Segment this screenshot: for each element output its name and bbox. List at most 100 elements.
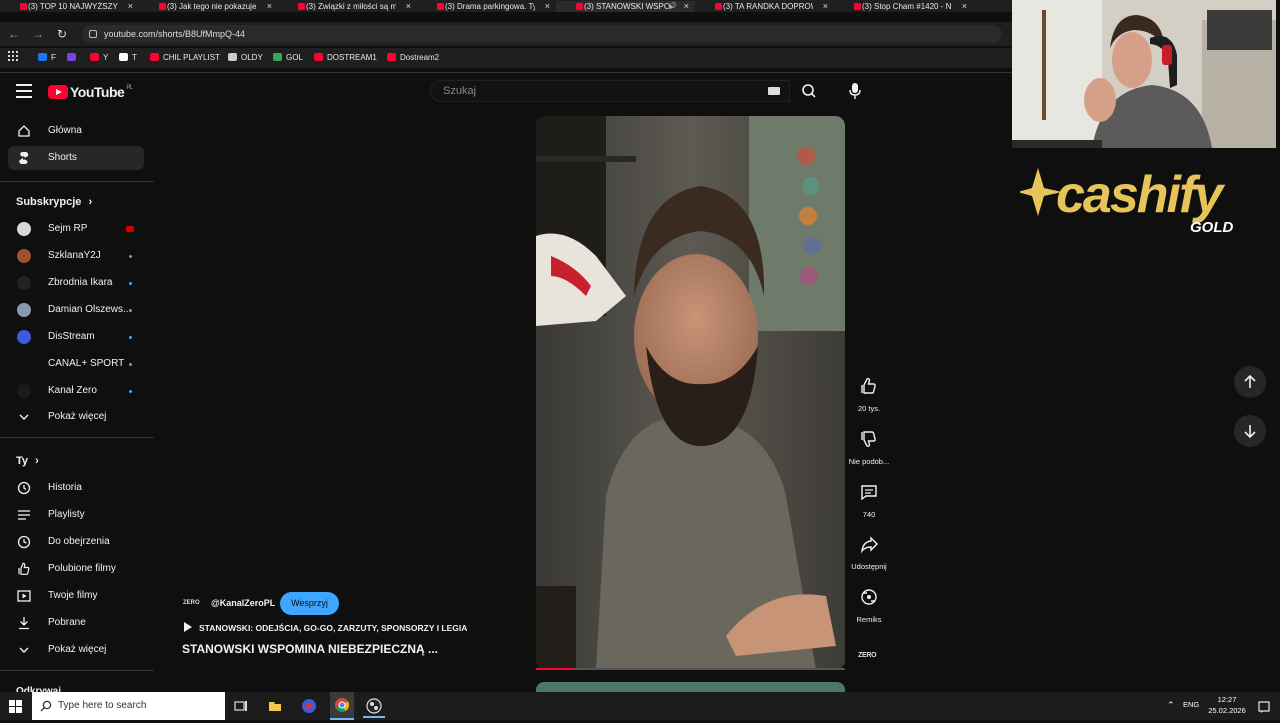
- bookmark-favicon-icon: [314, 53, 323, 61]
- subscription-item[interactable]: SzklanaY2J: [8, 244, 144, 268]
- bookmark-item[interactable]: [67, 48, 80, 68]
- close-tab-icon[interactable]: ×: [684, 1, 689, 12]
- channel-avatar[interactable]: ZERO: [183, 600, 205, 608]
- remix-button[interactable]: Remiks: [852, 582, 886, 624]
- bookmark-favicon-icon: [90, 53, 99, 61]
- next-short-button[interactable]: [1234, 415, 1266, 447]
- language-indicator[interactable]: ENG: [1183, 700, 1199, 709]
- channel-handle[interactable]: @KanalZeroPL: [211, 598, 275, 608]
- bookmark-item[interactable]: T: [119, 48, 137, 68]
- taskbar-search-placeholder: Type here to search: [58, 700, 147, 711]
- like-button[interactable]: 20 tys.: [852, 371, 886, 413]
- subscription-name: DisStream: [48, 331, 95, 342]
- close-tab-icon[interactable]: ×: [128, 1, 133, 12]
- youtube-favicon-icon: [715, 3, 722, 10]
- subscriptions-heading[interactable]: Subskrypcje ›: [16, 196, 92, 208]
- subscription-item[interactable]: Damian Olszews...: [8, 298, 144, 322]
- apps-grid-icon[interactable]: [8, 48, 20, 68]
- sidebar-item-watch-later[interactable]: Do obejrzenia: [8, 530, 144, 554]
- short-video-player[interactable]: [536, 116, 845, 670]
- search-icon: [802, 84, 816, 98]
- close-tab-icon[interactable]: ×: [962, 1, 967, 12]
- task-view-icon[interactable]: [234, 699, 248, 718]
- close-tab-icon[interactable]: ×: [823, 1, 828, 12]
- channel-avatar: [17, 330, 31, 344]
- subscription-item[interactable]: CANAL+ SPORT: [8, 352, 144, 376]
- cashify-logo-icon: cashify GOLD: [1018, 166, 1233, 236]
- notifications-icon[interactable]: [1258, 700, 1270, 718]
- voice-search-button[interactable]: [843, 80, 867, 102]
- share-button[interactable]: Udostępnij: [851, 529, 887, 571]
- speaker-icon[interactable]: 🔊: [668, 1, 677, 12]
- bookmark-item[interactable]: OLDY: [228, 48, 263, 68]
- show-more-subscriptions[interactable]: Pokaż więcej: [8, 405, 144, 429]
- comments-button[interactable]: 740: [852, 477, 886, 519]
- chevron-down-icon: [17, 643, 31, 657]
- close-tab-icon[interactable]: ×: [545, 1, 550, 12]
- you-heading[interactable]: Ty ›: [16, 455, 39, 467]
- dislike-button[interactable]: Nie podob...: [849, 424, 889, 466]
- keyboard-icon[interactable]: [768, 87, 780, 95]
- chrome-taskbar-icon[interactable]: [330, 692, 354, 720]
- chevron-right-icon: ›: [32, 455, 39, 467]
- subscription-item[interactable]: Kanał Zero: [8, 379, 144, 403]
- close-tab-icon[interactable]: ×: [406, 1, 411, 12]
- sidebar-item-history[interactable]: Historia: [8, 476, 144, 500]
- sidebar-item-playlists[interactable]: Playlisty: [8, 503, 144, 527]
- search-button[interactable]: [790, 80, 828, 102]
- forward-button[interactable]: →: [30, 26, 46, 42]
- browser-tab[interactable]: (3) STANOWSKI WSPO 🔊 ×: [556, 1, 695, 12]
- menu-icon[interactable]: [16, 84, 32, 98]
- subscription-item[interactable]: DisStream: [8, 325, 144, 349]
- youtube-favicon-icon: [854, 3, 861, 10]
- video-progress-bar[interactable]: [536, 668, 845, 670]
- browser-tab[interactable]: (3) Jak tego nie pokazuje ×: [139, 1, 278, 12]
- sidebar-item-download[interactable]: Pobrane: [8, 611, 144, 635]
- sidebar-item-liked[interactable]: Polubione filmy: [8, 557, 144, 581]
- video-title[interactable]: STANOWSKI WSPOMINA NIEBEZPIECZNĄ ...: [182, 642, 438, 656]
- url-field[interactable]: youtube.com/shorts/B8UfMmpQ-44: [82, 25, 1002, 43]
- bookmark-favicon-icon: [67, 53, 76, 61]
- next-short-preview[interactable]: [536, 682, 845, 692]
- show-more-you[interactable]: Pokaż więcej: [8, 638, 144, 662]
- bookmark-item[interactable]: F: [38, 48, 56, 68]
- browser-tab[interactable]: (3) TA RANDKA DOPROW ×: [695, 1, 834, 12]
- start-button[interactable]: [9, 700, 22, 718]
- chevron-up-icon[interactable]: ⌃: [1167, 700, 1175, 711]
- taskbar-clock[interactable]: 12:27 25.02.2026: [1203, 694, 1251, 716]
- bookmark-item[interactable]: CHIL PLAYLIST: [150, 48, 220, 68]
- watch-later-icon: [17, 535, 31, 549]
- browser-tab[interactable]: (3) Drama parkingowa. Ty ×: [417, 1, 556, 12]
- channel-watermark: ZERO: [858, 652, 877, 659]
- back-button[interactable]: ←: [6, 26, 22, 42]
- subscription-item[interactable]: Sejm RP: [8, 217, 144, 241]
- app-icon-1[interactable]: [298, 696, 320, 716]
- sidebar-item-your-videos[interactable]: Twoje filmy: [8, 584, 144, 608]
- reload-button[interactable]: ↻: [54, 26, 70, 42]
- new-content-dot: [129, 390, 132, 393]
- channel-avatar: [17, 303, 31, 317]
- support-button[interactable]: Wesprzyj: [280, 592, 339, 615]
- bookmark-item[interactable]: DOSTREAM1: [314, 48, 377, 68]
- close-tab-icon[interactable]: ×: [267, 1, 272, 12]
- playlist-link[interactable]: STANOWSKI: ODEJŚCIA, GO-GO, ZARZUTY, SPO…: [184, 622, 467, 633]
- sidebar-item-home[interactable]: Główna: [8, 119, 144, 143]
- previous-short-button[interactable]: [1234, 366, 1266, 398]
- you-heading-label: Ty: [16, 455, 29, 467]
- site-info-icon[interactable]: [89, 30, 97, 38]
- browser-tab[interactable]: (3) Stop Cham #1420 - N ×: [834, 1, 973, 12]
- file-explorer-icon[interactable]: [268, 699, 282, 718]
- bookmark-item[interactable]: Dostream2: [387, 48, 439, 68]
- browser-tab[interactable]: (3) Związki z miłości są m ×: [278, 1, 417, 12]
- search-input[interactable]: Szukaj: [430, 80, 790, 102]
- sidebar-item-shorts[interactable]: Shorts: [8, 146, 144, 170]
- bookmark-item[interactable]: Y: [90, 48, 108, 68]
- taskbar-search[interactable]: Type here to search: [32, 692, 225, 720]
- bookmark-item[interactable]: GOL: [273, 48, 303, 68]
- youtube-logo[interactable]: YouTube PL: [48, 84, 133, 100]
- bookmarks-bar: F Y T CHIL PLAYLIST OLDY GOL DOSTREAM1 Dostream…: [0, 48, 1012, 68]
- obs-taskbar-icon[interactable]: [363, 696, 385, 718]
- subscription-item[interactable]: Zbrodnia Ikara: [8, 271, 144, 295]
- arrow-up-icon: [1244, 374, 1256, 388]
- browser-tab[interactable]: (3) TOP 10 NAJWYŻSZYCH ×: [0, 1, 139, 12]
